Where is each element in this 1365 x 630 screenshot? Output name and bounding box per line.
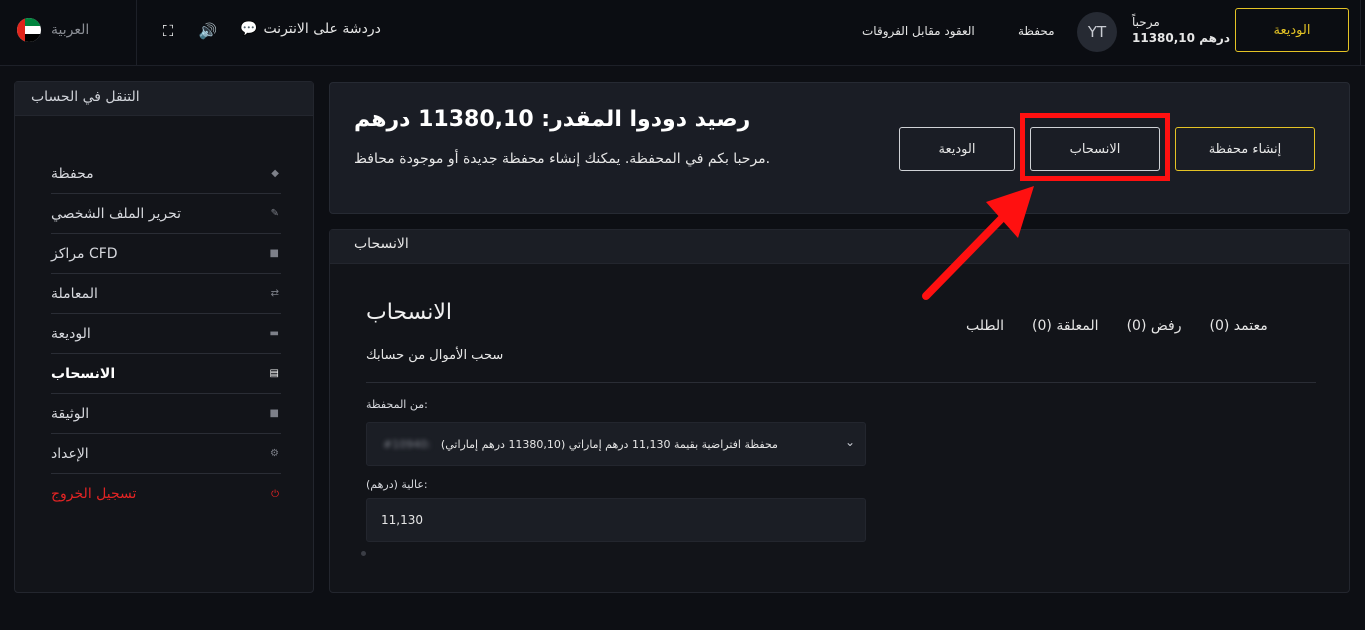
user-greeting: مرحباً 11380,10 درهم: [1132, 14, 1230, 46]
tab-pending[interactable]: المعلقة (0): [1032, 318, 1099, 334]
tab-request[interactable]: الطلب: [966, 318, 1004, 334]
divider: [1360, 0, 1361, 66]
sidebar-item-label: الوديعة: [51, 325, 91, 342]
wallet-link[interactable]: محفظة: [1018, 24, 1055, 38]
avatar[interactable]: YT: [1077, 12, 1117, 52]
briefcase-icon: ■: [269, 408, 279, 419]
sidebar-item-withdrawal[interactable]: الانسحاب ▤: [51, 354, 281, 394]
sidebar-item-settings[interactable]: الإعداد ⚙: [51, 434, 281, 474]
chat-label: دردشة على الانترنت: [263, 21, 381, 37]
greeting-text: مرحباً: [1132, 15, 1160, 29]
sidebar-item-transactions[interactable]: المعاملة ⇄: [51, 274, 281, 314]
sidebar-item-edit-profile[interactable]: تحرير الملف الشخصي ✎: [51, 194, 281, 234]
sidebar-title: التنقل في الحساب: [15, 82, 313, 116]
withdrawal-panel-header: الانسحاب: [330, 230, 1349, 264]
sidebar-item-wallet[interactable]: محفظة ◆: [51, 154, 281, 194]
account-navigation: التنقل في الحساب محفظة ◆ تحرير الملف الش…: [14, 81, 314, 593]
from-wallet-label: من المحفظة:: [366, 398, 428, 411]
sidebar-item-label: الإعداد: [51, 445, 89, 462]
sidebar-menu: محفظة ◆ تحرير الملف الشخصي ✎ مراكز CFD ■…: [51, 154, 281, 514]
sidebar-item-logout[interactable]: تسجيل الخروج ⏻: [51, 474, 281, 514]
gear-icon: ⚙: [270, 448, 279, 459]
header-balance: 11380,10 درهم: [1132, 31, 1230, 45]
balance-panel: رصيد دودوا المقدر: 11380,10 درهم مرحبا ب…: [329, 82, 1350, 214]
chevron-down-icon: ⌄: [844, 435, 855, 449]
sidebar-item-label: الانسحاب: [51, 365, 116, 382]
briefcase-icon: ■: [269, 248, 279, 259]
sidebar-item-label: المعاملة: [51, 285, 98, 302]
wallet-select[interactable]: #10940: محفظة افتراضية بقيمة 11,130 درهم…: [366, 422, 866, 466]
card-icon: ▬: [269, 328, 279, 339]
layers-icon: ◆: [271, 168, 279, 179]
cfd-link[interactable]: العقود مقابل الفروقات: [862, 24, 975, 38]
sidebar-item-label: تحرير الملف الشخصي: [51, 205, 182, 222]
uae-flag-icon: [17, 18, 41, 42]
estimated-balance-title: رصيد دودوا المقدر: 11380,10 درهم: [354, 107, 751, 132]
withdrawal-title: الانسحاب: [366, 300, 453, 325]
amount-input[interactable]: [366, 498, 866, 542]
divider: [136, 0, 137, 66]
sidebar-item-deposit[interactable]: الوديعة ▬: [51, 314, 281, 354]
deposit-button[interactable]: الوديعة: [899, 127, 1015, 171]
document-icon: ▤: [269, 368, 279, 379]
sidebar-item-label: مراكز CFD: [51, 245, 118, 262]
swap-arrows-icon: ⇄: [270, 288, 279, 299]
sidebar-item-label: محفظة: [51, 165, 94, 182]
tab-rejected[interactable]: رفض (0): [1127, 318, 1182, 334]
sidebar-item-label: تسجيل الخروج: [51, 486, 137, 502]
power-icon: ⏻: [271, 488, 279, 500]
fullscreen-icon[interactable]: ⛶: [158, 21, 178, 41]
sidebar-item-cfd-positions[interactable]: مراكز CFD ■: [51, 234, 281, 274]
online-chat-link[interactable]: 💬 دردشة على الانترنت: [240, 21, 381, 37]
amount-label: عالية (درهم):: [366, 478, 428, 491]
sound-icon[interactable]: 🔊: [198, 21, 218, 41]
tab-approved[interactable]: معتمد (0): [1209, 318, 1267, 334]
language-label: العربية: [51, 22, 90, 38]
divider: [366, 382, 1316, 383]
top-bar: العربية ⛶ 🔊 💬 دردشة على الانترنت العقود …: [0, 0, 1365, 66]
loading-dot: [361, 551, 366, 556]
withdraw-highlight-box: [1020, 113, 1170, 181]
pencil-icon: ✎: [270, 208, 279, 219]
withdrawal-subtitle: سحب الأموال من حسابك: [366, 348, 504, 363]
balance-subtitle: مرحبا بكم في المحفظة. يمكنك إنشاء محفظة …: [354, 151, 771, 167]
header-deposit-button[interactable]: الوديعة: [1235, 8, 1349, 52]
language-selector[interactable]: العربية: [17, 18, 89, 42]
create-wallet-button[interactable]: إنشاء محفظة: [1175, 127, 1315, 171]
wallet-id: #10940:: [383, 437, 431, 451]
sidebar-item-label: الوثيقة: [51, 405, 90, 422]
withdrawal-panel: الانسحاب الانسحاب سحب الأموال من حسابك ا…: [329, 229, 1350, 593]
withdrawal-status-tabs: الطلب المعلقة (0) رفض (0) معتمد (0): [966, 318, 1268, 334]
sidebar-item-documents[interactable]: الوثيقة ■: [51, 394, 281, 434]
wallet-option-text: محفظة افتراضية بقيمة 11,130 درهم إماراتي…: [440, 437, 778, 451]
chat-icon: 💬: [240, 21, 258, 37]
